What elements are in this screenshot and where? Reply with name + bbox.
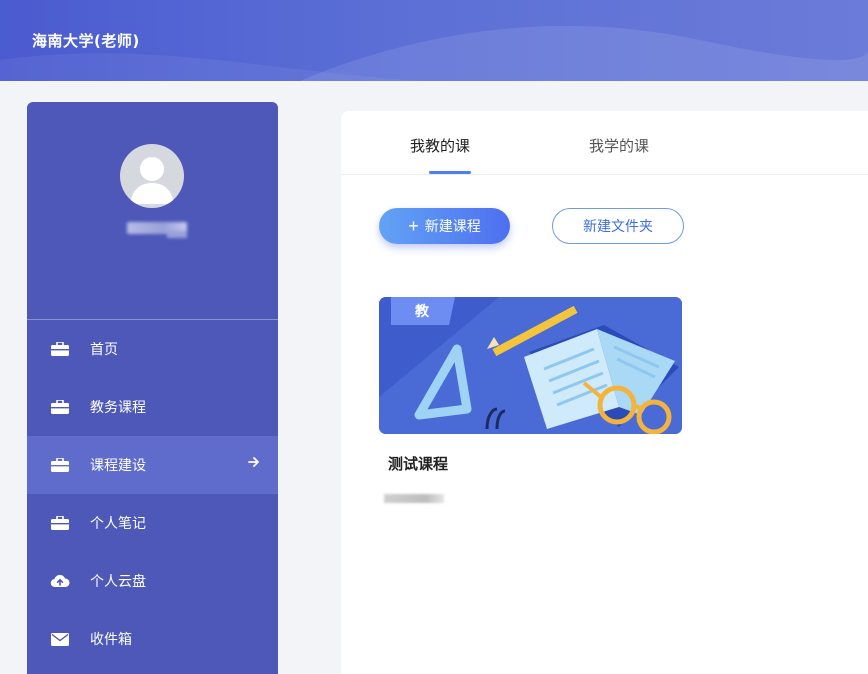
arrow-right-icon [248,456,260,472]
app-header: 海南大学(老师) [0,0,868,81]
new-course-button[interactable]: + 新建课程 [379,208,510,244]
course-tabs: 我教的课 我学的课 [341,111,868,175]
new-folder-button[interactable]: 新建文件夹 [552,208,684,244]
envelope-icon [50,631,70,647]
sidebar-item-label: 个人笔记 [90,516,146,532]
briefcase-icon [50,457,70,473]
sidebar-menu: 首页 教务课程 课程建设 个人笔记 个人云盘 收件箱 [27,320,278,668]
briefcase-icon [50,341,70,357]
course-card[interactable]: 教 测试课程 [379,297,682,503]
user-silhouette-icon [130,157,174,204]
briefcase-icon [50,515,70,531]
course-name[interactable]: 测试课程 [388,453,682,474]
sidebar-item-label: 个人云盘 [90,574,146,590]
tab-learning-courses[interactable]: 我学的课 [589,135,649,156]
sidebar-item-course-building[interactable]: 课程建设 [27,436,278,494]
avatar[interactable] [120,144,184,208]
cloud-upload-icon [50,573,70,589]
tab-teaching-courses[interactable]: 我教的课 [410,135,470,156]
username-redacted [127,222,187,238]
course-meta-redacted [384,494,444,503]
active-tab-indicator [429,171,471,174]
briefcase-icon [50,399,70,415]
sidebar: 首页 教务课程 课程建设 个人笔记 个人云盘 收件箱 [27,102,278,674]
user-profile [27,102,278,320]
sidebar-item-label: 教务课程 [90,400,146,416]
course-cover-image[interactable]: 教 [379,297,682,434]
sidebar-item-label: 首页 [90,342,118,358]
sidebar-item-label: 收件箱 [90,632,132,648]
school-title: 海南大学(老师) [32,32,140,50]
main-panel: 我教的课 我学的课 + 新建课程 新建文件夹 教 测试课程 [341,111,868,674]
sidebar-item-home[interactable]: 首页 [27,320,278,378]
sidebar-item-inbox[interactable]: 收件箱 [27,610,278,668]
teaching-badge: 教 [415,304,429,320]
sidebar-item-cloud-drive[interactable]: 个人云盘 [27,552,278,610]
plus-icon: + [408,216,419,236]
sidebar-item-label: 课程建设 [90,458,146,474]
new-course-label: 新建课程 [424,218,481,234]
sidebar-item-personal-notes[interactable]: 个人笔记 [27,494,278,552]
sidebar-item-academic-courses[interactable]: 教务课程 [27,378,278,436]
